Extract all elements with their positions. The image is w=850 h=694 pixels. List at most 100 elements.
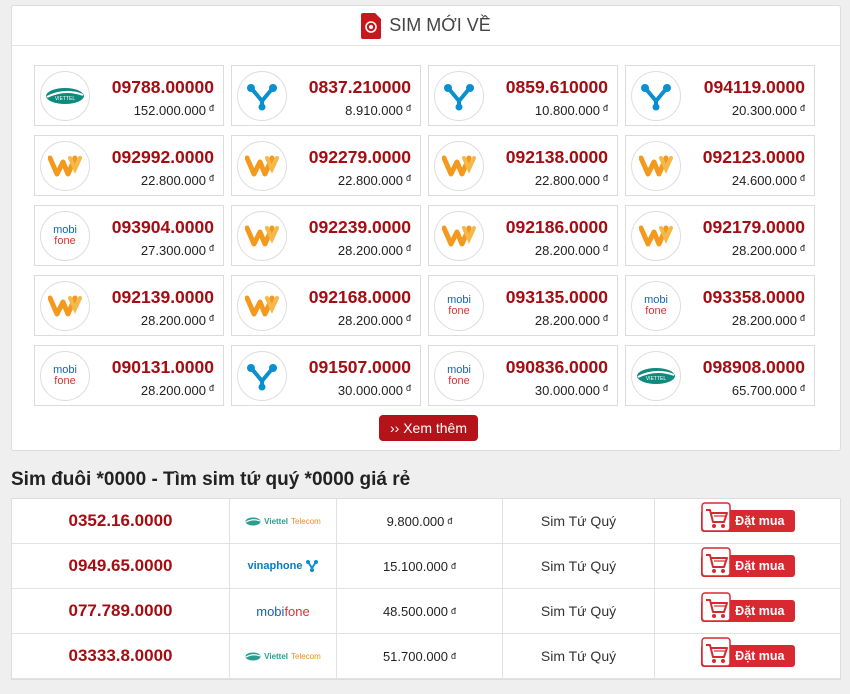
sim-price: 22.800.000 đ (534, 173, 608, 188)
sim-number[interactable]: 092239.0000 (309, 217, 411, 238)
vietnamobile-logo-icon (245, 225, 279, 247)
order-button[interactable]: Đặt mua (700, 502, 795, 532)
currency-symbol: đ (208, 103, 214, 113)
sim-number[interactable]: 092992.0000 (112, 147, 214, 168)
sim-price: 28.200.000 đ (534, 243, 608, 258)
row-actions: Đặt mua (655, 634, 840, 678)
row-price: 48.500.000 đ (337, 589, 503, 633)
sim-price: 30.000.000 đ (337, 383, 411, 398)
currency-symbol: đ (451, 651, 457, 661)
vietnamobile-logo-icon (245, 295, 279, 317)
vinaphone-logo-icon (247, 84, 277, 111)
row-sim-type: Sim Tứ Quý (503, 499, 655, 543)
sim-card[interactable]: 092138.0000 22.800.000 đ (428, 135, 618, 196)
sim-card[interactable]: 092186.0000 28.200.000 đ (428, 205, 618, 266)
carrier-logo (631, 141, 681, 191)
see-more-button[interactable]: ›› Xem thêm (379, 415, 478, 441)
order-button[interactable]: Đặt mua (700, 592, 795, 622)
sim-price: 28.200.000 đ (337, 313, 411, 328)
currency-symbol: đ (451, 561, 457, 571)
vinaphone-logo-icon (444, 84, 474, 111)
sim-price: 28.200.000 đ (534, 313, 608, 328)
sim-card[interactable]: VIETTEL 09788.00000 152.000.000 đ (34, 65, 224, 126)
mobifone-logo-icon: mobi fone (53, 364, 77, 387)
sim-price: 28.200.000 đ (731, 313, 805, 328)
carrier-logo: mobi fone (434, 281, 484, 331)
row-sim-number[interactable]: 0949.65.0000 (12, 544, 230, 588)
sim-price: 28.200.000 đ (140, 383, 214, 398)
vinaphone-logo-icon (641, 84, 671, 111)
sim-number[interactable]: 092186.0000 (506, 217, 608, 238)
sim-card[interactable]: 092123.0000 24.600.000 đ (625, 135, 815, 196)
vinaphone-logo-icon (247, 364, 277, 391)
sim-card[interactable]: 092239.0000 28.200.000 đ (231, 205, 421, 266)
sim-card[interactable]: 092139.0000 28.200.000 đ (34, 275, 224, 336)
sim-card[interactable]: mobi fone 093904.0000 27.300.000 đ (34, 205, 224, 266)
sim-number[interactable]: 092138.0000 (506, 147, 608, 168)
sim-number[interactable]: 090131.0000 (112, 357, 214, 378)
currency-symbol: đ (602, 383, 608, 393)
carrier-logo: mobi fone (40, 211, 90, 261)
row-carrier: Viettel Telecom (230, 634, 337, 678)
carrier-logo (237, 211, 287, 261)
sim-number[interactable]: 0837.210000 (309, 77, 411, 98)
mobifone-logo-icon: mobi fone (53, 224, 77, 247)
row-sim-number[interactable]: 03333.8.0000 (12, 634, 230, 678)
sim-number[interactable]: 092123.0000 (703, 147, 805, 168)
sim-card[interactable]: 092279.0000 22.800.000 đ (231, 135, 421, 196)
sim-number[interactable]: 09788.00000 (112, 77, 214, 98)
sim-card[interactable]: 091507.0000 30.000.000 đ (231, 345, 421, 406)
viettel-logo-text: VIETTEL (646, 376, 667, 382)
sim-number[interactable]: 092179.0000 (703, 217, 805, 238)
sim-number[interactable]: 093135.0000 (506, 287, 608, 308)
vinaphone-mini-icon (305, 560, 318, 572)
sim-card[interactable]: 094119.0000 20.300.000 đ (625, 65, 815, 126)
viettel-mini-icon (245, 652, 261, 660)
row-sim-number[interactable]: 0352.16.0000 (12, 499, 230, 543)
viettel-brand: Viettel Telecom (245, 517, 321, 526)
order-button-label: Đặt mua (735, 604, 785, 618)
row-sim-type: Sim Tứ Quý (503, 544, 655, 588)
carrier-logo (40, 281, 90, 331)
carrier-logo (40, 141, 90, 191)
sim-card[interactable]: VIETTEL 098908.0000 65.700.000 đ (625, 345, 815, 406)
carrier-logo (434, 141, 484, 191)
order-button[interactable]: Đặt mua (700, 547, 795, 577)
sim-card[interactable]: 0837.210000 8.910.000 đ (231, 65, 421, 126)
sim-number[interactable]: 092139.0000 (112, 287, 214, 308)
row-sim-number[interactable]: 077.789.0000 (12, 589, 230, 633)
sim-card[interactable]: mobi fone 090131.0000 28.200.000 đ (34, 345, 224, 406)
sim-number[interactable]: 092279.0000 (309, 147, 411, 168)
vietnamobile-logo-icon (639, 225, 673, 247)
sim-number[interactable]: 093358.0000 (703, 287, 805, 308)
sim-card[interactable]: 092179.0000 28.200.000 đ (625, 205, 815, 266)
currency-symbol: đ (799, 243, 805, 253)
sim-card[interactable]: mobi fone 090836.0000 30.000.000 đ (428, 345, 618, 406)
sim-card[interactable]: 092992.0000 22.800.000 đ (34, 135, 224, 196)
currency-symbol: đ (602, 313, 608, 323)
row-sim-type: Sim Tứ Quý (503, 634, 655, 678)
row-price: 15.100.000 đ (337, 544, 503, 588)
sim-number[interactable]: 091507.0000 (309, 357, 411, 378)
panel-header: SIM MỚI VỀ (12, 6, 840, 46)
sim-number[interactable]: 093904.0000 (112, 217, 214, 238)
currency-symbol: đ (405, 103, 411, 113)
sim-number[interactable]: 090836.0000 (506, 357, 608, 378)
sim-card[interactable]: mobi fone 093358.0000 28.200.000 đ (625, 275, 815, 336)
sim-card[interactable]: 0859.610000 10.800.000 đ (428, 65, 618, 126)
currency-symbol: đ (799, 383, 805, 393)
sim-price: 28.200.000 đ (337, 243, 411, 258)
sim-number[interactable]: 098908.0000 (703, 357, 805, 378)
sim-number[interactable]: 092168.0000 (309, 287, 411, 308)
sim-card[interactable]: 092168.0000 28.200.000 đ (231, 275, 421, 336)
sim-price: 22.800.000 đ (337, 173, 411, 188)
viettel-logo-text: VIETTEL (55, 96, 76, 102)
sim-price: 28.200.000 đ (731, 243, 805, 258)
row-carrier: Viettel Telecom (230, 499, 337, 543)
sim-number[interactable]: 0859.610000 (506, 77, 608, 98)
sim-number[interactable]: 094119.0000 (704, 77, 805, 98)
sim-card[interactable]: mobi fone 093135.0000 28.200.000 đ (428, 275, 618, 336)
currency-symbol: đ (799, 173, 805, 183)
order-button[interactable]: Đặt mua (700, 637, 795, 667)
row-sim-type: Sim Tứ Quý (503, 589, 655, 633)
